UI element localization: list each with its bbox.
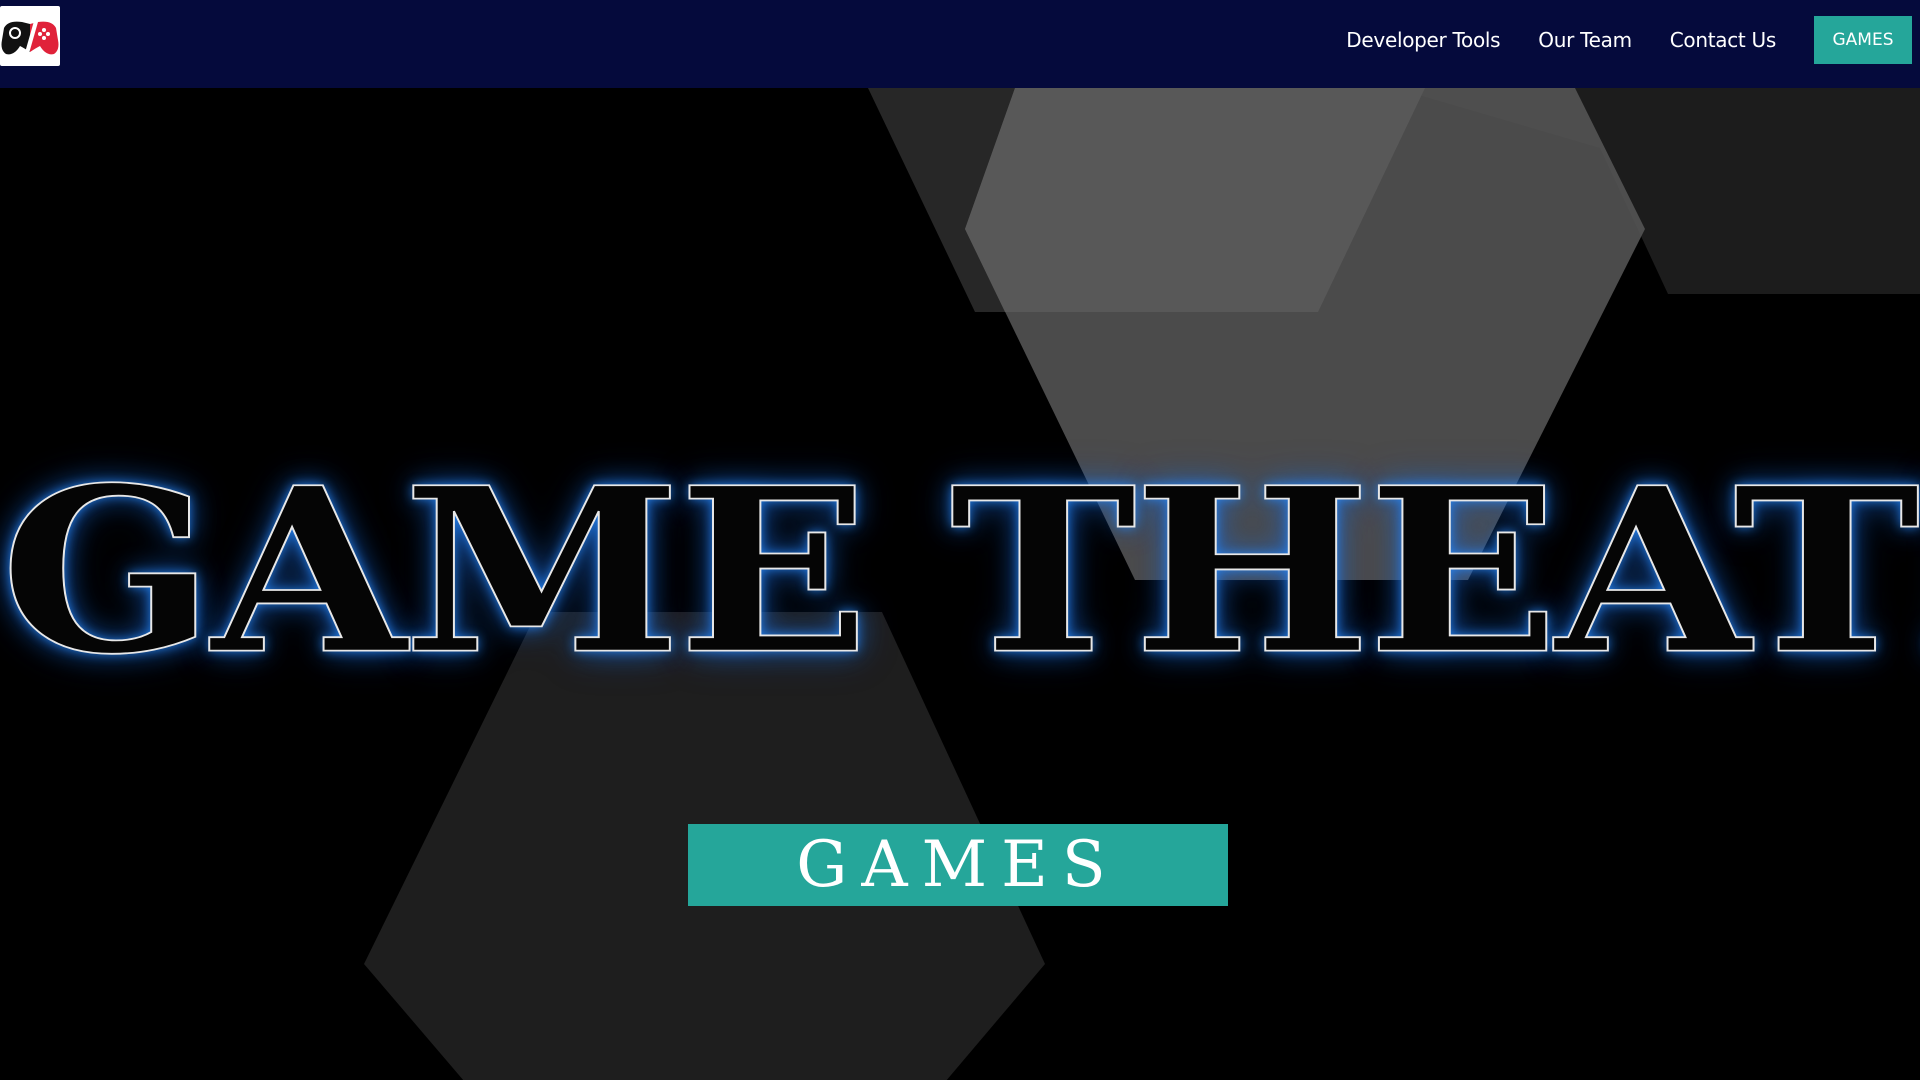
nav-link-contact-us[interactable]: Contact Us xyxy=(1670,28,1777,52)
hero-title: GAME THEATRE xyxy=(0,438,1920,705)
nav-links: Developer Tools Our Team Contact Us GAME… xyxy=(1346,0,1920,80)
hero-games-button[interactable]: GAMES xyxy=(688,824,1228,906)
top-navbar: Developer Tools Our Team Contact Us GAME… xyxy=(0,0,1920,88)
hero-section: GAME THEATRE GAMES xyxy=(0,88,1920,1080)
logo[interactable] xyxy=(0,6,60,66)
nav-link-our-team[interactable]: Our Team xyxy=(1538,28,1632,52)
nav-games-button[interactable]: GAMES xyxy=(1814,16,1912,64)
page: Developer Tools Our Team Contact Us GAME… xyxy=(0,0,1920,1080)
game-controller-icon xyxy=(1,14,59,57)
nav-link-developer-tools[interactable]: Developer Tools xyxy=(1346,28,1500,52)
